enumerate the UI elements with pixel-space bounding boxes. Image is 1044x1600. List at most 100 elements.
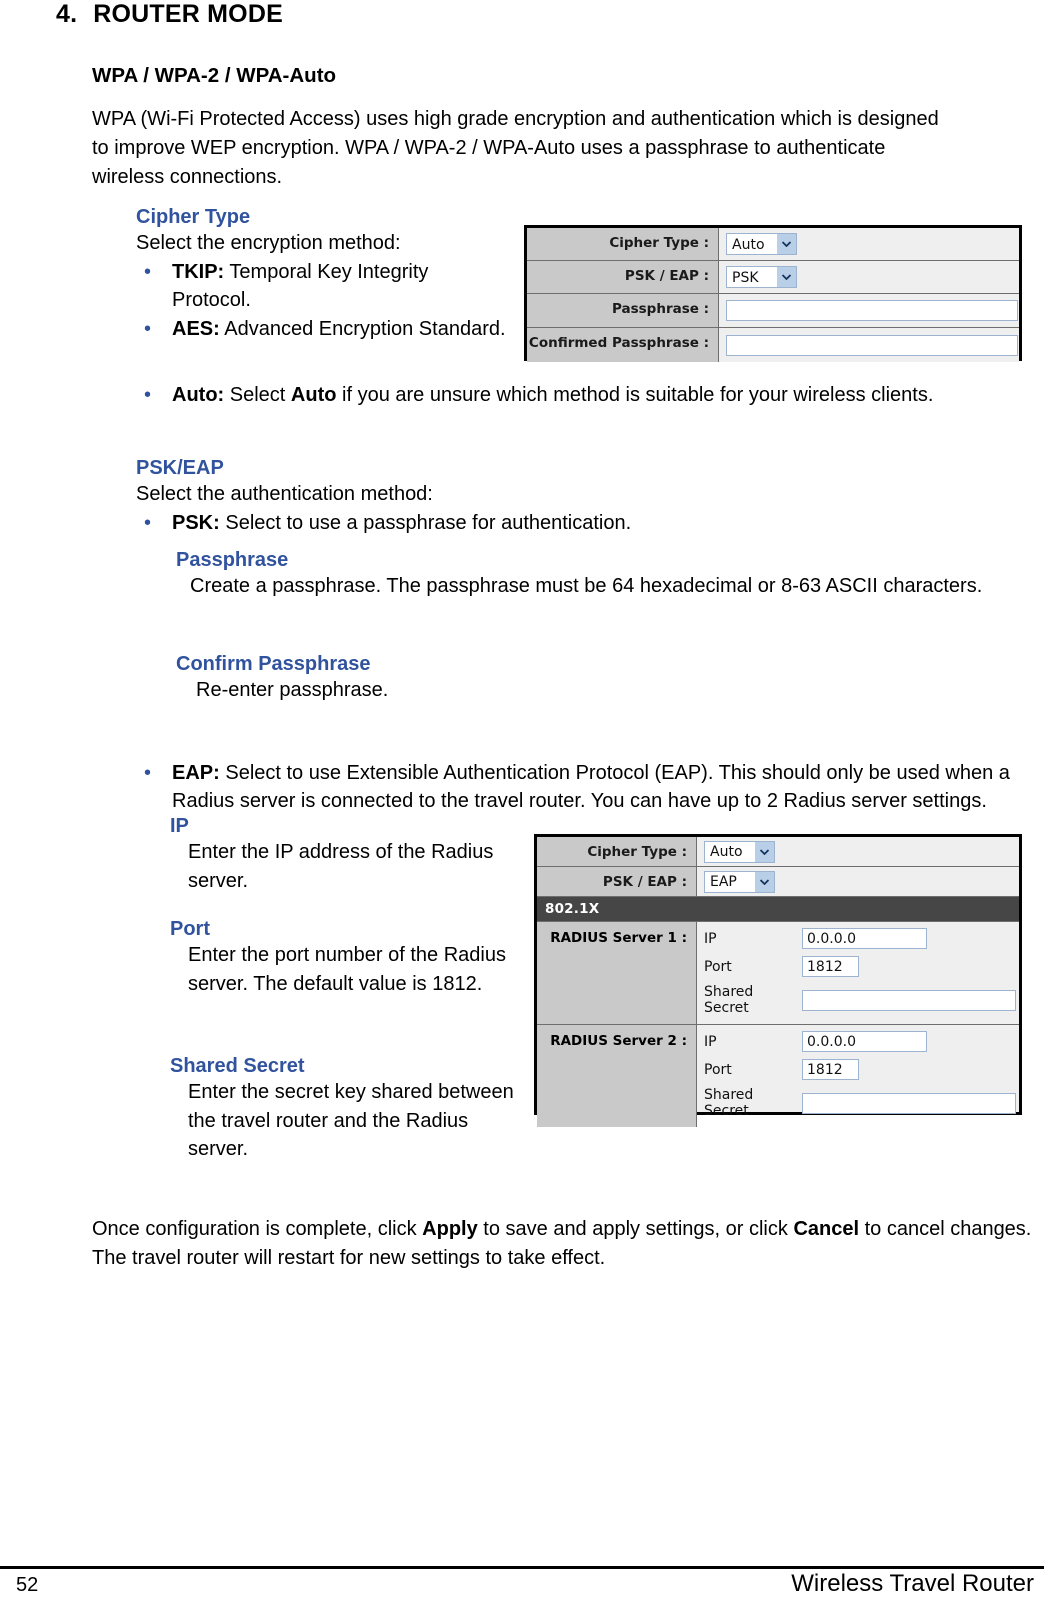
cipher-type-section: Cipher Type Select the encryption method… <box>136 206 506 343</box>
chapter-title-text: ROUTER MODE <box>93 0 283 28</box>
passphrase-heading: Passphrase <box>176 549 289 571</box>
radius-ip-line: IP 0.0.0.0 <box>704 928 1019 949</box>
bullet-desc-before: Select <box>224 384 291 406</box>
bullet-term: TKIP: <box>172 260 225 283</box>
list-item: • PSK: Select to use a passphrase for au… <box>136 509 1021 538</box>
radius-shared-secret-label: Shared Secret <box>704 1087 754 1119</box>
bullet-term: Auto: <box>172 384 225 406</box>
psk-eap-select[interactable]: PSK <box>726 266 797 288</box>
radius-ip-line: IP 0.0.0.0 <box>704 1031 1019 1052</box>
port-heading: Port <box>170 918 210 940</box>
psk-eap-field: PSK <box>719 261 1019 293</box>
radius-server-2-port-input[interactable]: 1812 <box>802 1059 859 1080</box>
shared-secret-subsection: Shared Secret Enter the secret key share… <box>170 1055 520 1164</box>
confirm-passphrase-heading: Confirm Passphrase <box>176 653 371 675</box>
page-number: 52 <box>16 1574 39 1596</box>
list-item: • AES: Advanced Encryption Standard. <box>136 315 506 344</box>
cipher-type-select[interactable]: Auto <box>704 840 775 863</box>
confirm-passphrase-desc: Re-enter passphrase. <box>196 679 389 701</box>
cipher-type-select-value: Auto <box>732 236 765 253</box>
bullet-desc-after: if you are unsure which method is suitab… <box>336 384 934 406</box>
bullet-desc: Select to use Extensible Authentication … <box>172 761 1010 813</box>
radius-secret-line: Shared Secret <box>704 984 1019 1016</box>
confirm-passphrase-subsection: Confirm Passphrase Re-enter passphrase. <box>176 653 996 705</box>
closing-part-1: Once configuration is complete, click <box>92 1218 423 1240</box>
router-screenshot-psk: Cipher Type : Auto PSK / EAP : PSK Passp… <box>524 225 1022 362</box>
radius-server-2-shared-secret-input[interactable] <box>802 1092 1016 1114</box>
radius-server-1-label: RADIUS Server 1 : <box>537 922 697 1024</box>
passphrase-field <box>719 294 1019 327</box>
passphrase-desc: Create a passphrase. The passphrase must… <box>190 575 983 597</box>
chapter-title: 4. ROUTER MODE <box>56 0 283 29</box>
radius-server-2-ip-input[interactable]: 0.0.0.0 <box>802 1031 927 1052</box>
radius-port-line: Port 1812 <box>704 1059 1019 1080</box>
radius-shared-secret-label: Shared Secret <box>704 984 754 1016</box>
table-row: PSK / EAP : PSK <box>527 261 1019 294</box>
section-bar-8021x: 802.1X <box>537 897 1019 922</box>
bullet-term: AES: <box>172 317 220 340</box>
port-subsection: Port Enter the port number of the Radius… <box>170 918 520 998</box>
cipher-type-select[interactable]: Auto <box>726 233 797 255</box>
shared-secret-heading: Shared Secret <box>170 1055 305 1077</box>
list-item: • Auto: Select Auto if you are unsure wh… <box>136 381 1044 410</box>
psk-eap-field: EAP <box>697 867 1019 896</box>
bullet-dot-icon: • <box>144 317 152 340</box>
cipher-type-field: Auto <box>719 228 1019 260</box>
bullet-desc-bold: Auto <box>290 384 337 406</box>
chevron-down-icon[interactable] <box>754 871 774 892</box>
table-row: Cipher Type : Auto <box>537 837 1019 867</box>
cipher-type-heading: Cipher Type <box>136 206 251 228</box>
cancel-label: Cancel <box>793 1218 860 1240</box>
table-row: PSK / EAP : EAP <box>537 867 1019 897</box>
confirmed-passphrase-input[interactable] <box>726 334 1018 356</box>
chapter-number: 4. <box>56 0 78 28</box>
radius-ip-label: IP <box>704 930 717 947</box>
psk-eap-field-label: PSK / EAP : <box>527 261 719 293</box>
chevron-down-icon[interactable] <box>776 267 796 287</box>
bullet-term: PSK: <box>172 511 220 534</box>
cipher-type-select-value: Auto <box>710 844 743 860</box>
list-item: • TKIP: Temporal Key Integrity Protocol. <box>136 258 506 315</box>
cipher-type-field-label: Cipher Type : <box>537 837 697 866</box>
radius-server-1-port-input[interactable]: 1812 <box>802 956 859 977</box>
footer-divider <box>0 1566 1044 1569</box>
ip-desc: Enter the IP address of the Radius serve… <box>188 841 494 892</box>
list-item: • EAP: Select to use Extensible Authenti… <box>136 759 1044 816</box>
table-row: Confirmed Passphrase : <box>527 328 1019 362</box>
ip-heading: IP <box>170 815 189 837</box>
cipher-type-lead-in: Select the encryption method: <box>136 232 401 254</box>
psk-eap-section: PSK/EAP Select the authentication method… <box>136 457 1021 537</box>
table-row: Cipher Type : Auto <box>527 228 1019 261</box>
confirmed-passphrase-field-label: Confirmed Passphrase : <box>527 328 719 362</box>
shared-secret-desc: Enter the secret key shared between the … <box>188 1081 514 1160</box>
ip-subsection: IP Enter the IP address of the Radius se… <box>170 815 520 895</box>
passphrase-subsection: Passphrase Create a passphrase. The pass… <box>176 549 996 601</box>
bullet-dot-icon: • <box>144 761 152 784</box>
chevron-down-icon[interactable] <box>776 234 796 254</box>
cipher-type-field: Auto <box>697 837 1019 866</box>
manual-page: 4. ROUTER MODE WPA / WPA-2 / WPA-Auto WPA… <box>0 0 1044 1600</box>
psk-eap-select[interactable]: EAP <box>704 870 775 893</box>
bullet-term: EAP: <box>172 761 220 784</box>
router-screenshot-eap: Cipher Type : Auto PSK / EAP : EAP 802.1… <box>534 834 1022 1127</box>
bullet-dot-icon: • <box>144 260 152 283</box>
radius-ip-label: IP <box>704 1033 717 1050</box>
radius-server-2-row: RADIUS Server 2 : IP 0.0.0.0 Port 1812 S… <box>537 1025 1019 1127</box>
radius-server-1-shared-secret-input[interactable] <box>802 989 1016 1011</box>
bullet-dot-icon: • <box>144 384 152 406</box>
radius-server-1-ip-input[interactable]: 0.0.0.0 <box>802 928 927 949</box>
psk-eap-select-value: PSK <box>732 269 759 286</box>
bullet-desc: Select to use a passphrase for authentic… <box>219 511 632 534</box>
closing-paragraph: Once configuration is complete, click Ap… <box>92 1215 1037 1272</box>
radius-port-label: Port <box>704 1061 732 1078</box>
confirmed-passphrase-field <box>719 328 1019 362</box>
page-title: WPA / WPA-2 / WPA-Auto <box>92 64 337 87</box>
psk-eap-field-label: PSK / EAP : <box>537 867 697 896</box>
psk-eap-select-value: EAP <box>710 874 737 890</box>
radius-server-1-row: RADIUS Server 1 : IP 0.0.0.0 Port 1812 S… <box>537 922 1019 1025</box>
radius-server-2-label: RADIUS Server 2 : <box>537 1025 697 1127</box>
radius-secret-line: Shared Secret <box>704 1087 1019 1119</box>
chevron-down-icon[interactable] <box>754 841 774 862</box>
passphrase-input[interactable] <box>726 300 1018 321</box>
radius-port-line: Port 1812 <box>704 956 1019 977</box>
